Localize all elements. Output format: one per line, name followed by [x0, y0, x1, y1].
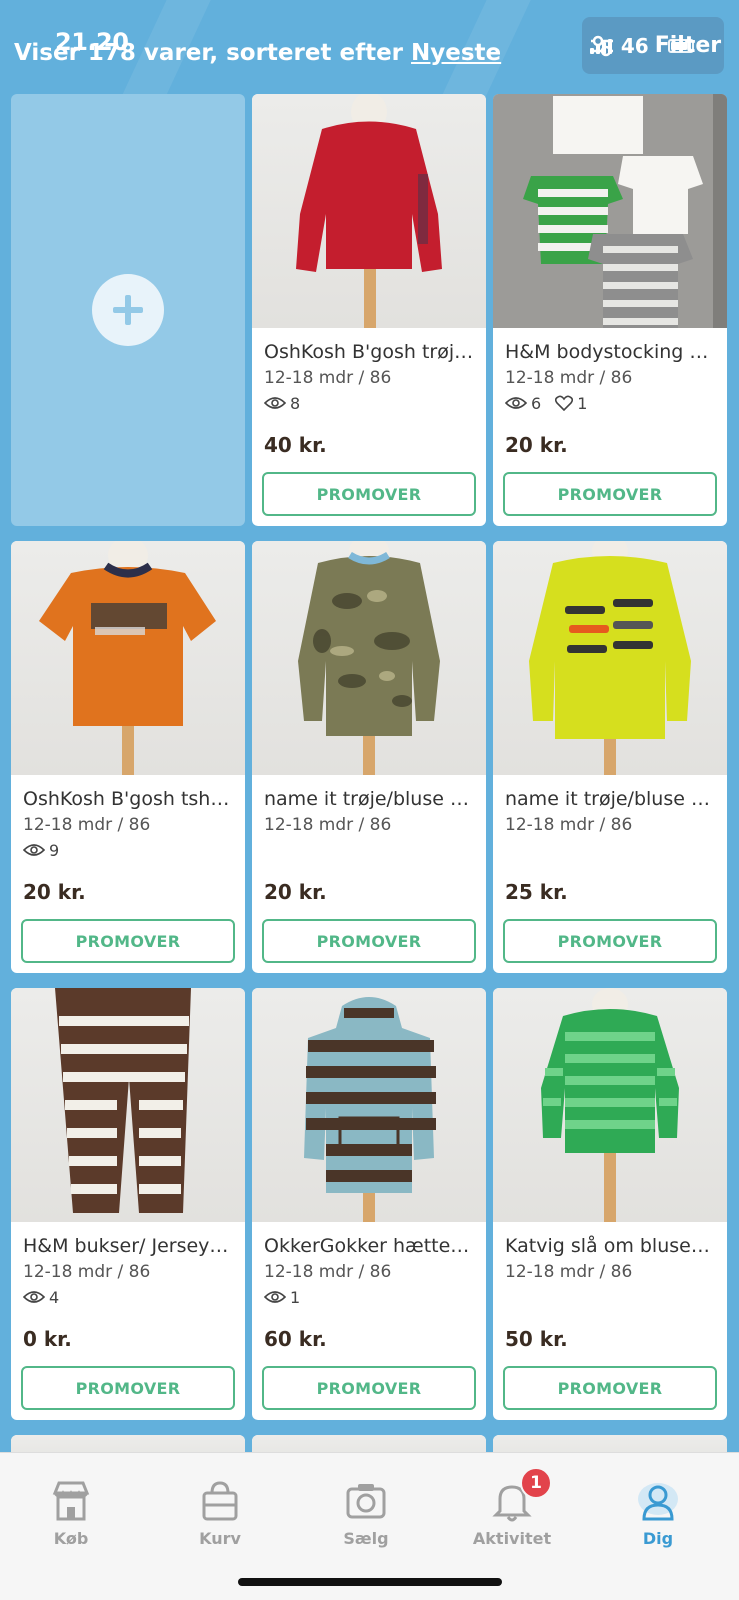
like-count: 1: [577, 393, 588, 413]
eye-icon: [264, 1291, 286, 1303]
item-size: 12-18 mdr / 86: [505, 1262, 633, 1282]
view-count: 4: [49, 1287, 60, 1307]
bag-icon: [202, 1481, 238, 1521]
tab-cart[interactable]: Kurv: [170, 1479, 270, 1548]
listing-card[interactable]: OshKosh B'gosh trøje… 12-18 mdr / 86 8 4…: [252, 94, 486, 526]
view-count: 9: [49, 840, 60, 860]
item-stats: 8: [264, 392, 474, 414]
product-photo: [493, 94, 727, 328]
item-title: OshKosh B'gosh tshir…: [23, 788, 233, 810]
home-indicator: [238, 1578, 502, 1586]
eye-icon: [264, 397, 286, 409]
sort-link[interactable]: Nyeste: [411, 40, 501, 66]
promote-button[interactable]: PROMOVER: [262, 1366, 476, 1410]
profile-icon: [638, 1483, 678, 1521]
tab-profile[interactable]: Dig: [608, 1479, 708, 1548]
plus-icon: [92, 274, 164, 346]
item-price: 0 kr.: [23, 1327, 72, 1351]
item-size: 12-18 mdr / 86: [264, 368, 392, 388]
product-photo: [11, 988, 245, 1222]
promote-button[interactable]: PROMOVER: [503, 919, 717, 963]
item-title: name it trøje/bluse m…: [264, 788, 474, 810]
product-photo: [493, 988, 727, 1222]
eye-icon: [23, 844, 45, 856]
item-stats: [264, 839, 474, 861]
item-price: 20 kr.: [264, 880, 327, 904]
item-size: 12-18 mdr / 86: [23, 815, 151, 835]
item-size: 12-18 mdr / 86: [264, 815, 392, 835]
listing-card[interactable]: name it trøje/bluse m… 12-18 mdr / 86 20…: [252, 541, 486, 973]
item-size: 12-18 mdr / 86: [505, 368, 633, 388]
camera-icon: [346, 1484, 386, 1519]
listing-grid: OshKosh B'gosh trøje… 12-18 mdr / 86 8 4…: [11, 94, 727, 1475]
item-stats: [505, 1286, 715, 1308]
promote-button[interactable]: PROMOVER: [262, 919, 476, 963]
listing-card[interactable]: Katvig slå om bluse/tr… 12-18 mdr / 86 5…: [493, 988, 727, 1420]
listing-card[interactable]: H&M bodystocking M… 12-18 mdr / 86 6 1 2…: [493, 94, 727, 526]
promote-button[interactable]: PROMOVER: [503, 472, 717, 516]
status-time: 21.20: [55, 28, 129, 56]
promote-button[interactable]: PROMOVER: [262, 472, 476, 516]
promote-button[interactable]: PROMOVER: [21, 1366, 235, 1410]
tab-label: Kurv: [199, 1529, 241, 1548]
item-price: 40 kr.: [264, 433, 327, 457]
view-count: 8: [290, 393, 301, 413]
item-price: 50 kr.: [505, 1327, 568, 1351]
item-size: 12-18 mdr / 86: [264, 1262, 392, 1282]
product-photo: [252, 988, 486, 1222]
item-title: OkkerGokker hættetr…: [264, 1235, 474, 1257]
item-stats: 1: [264, 1286, 474, 1308]
listing-card[interactable]: H&M bukser/ Jersey… 12-18 mdr / 86 4 0 k…: [11, 988, 245, 1420]
product-photo: [252, 94, 486, 328]
notification-badge: 1: [520, 1467, 552, 1499]
battery-level: 46: [620, 33, 649, 58]
item-price: 20 kr.: [23, 880, 86, 904]
tab-label: Dig: [642, 1529, 674, 1548]
item-stats: 4: [23, 1286, 233, 1308]
add-item-card[interactable]: [11, 94, 245, 526]
eye-icon: [505, 397, 527, 409]
item-stats: [505, 839, 715, 861]
item-stats: 6 1: [505, 392, 715, 414]
eye-icon: [23, 1291, 45, 1303]
product-photo: [11, 541, 245, 775]
tab-label: Aktivitet: [472, 1529, 552, 1548]
tab-label: Køb: [53, 1529, 89, 1548]
item-price: 60 kr.: [264, 1327, 327, 1351]
item-title: OshKosh B'gosh trøje…: [264, 341, 474, 363]
shop-icon: [52, 1481, 90, 1521]
tab-buy[interactable]: Køb: [21, 1479, 121, 1548]
tab-label: Sælg: [343, 1529, 389, 1548]
promote-button[interactable]: PROMOVER: [503, 1366, 717, 1410]
signal-icon: [590, 39, 612, 54]
battery-icon: [668, 39, 694, 53]
listing-card[interactable]: name it trøje/bluse m… 12-18 mdr / 86 25…: [493, 541, 727, 973]
product-photo: [493, 541, 727, 775]
item-title: name it trøje/bluse m…: [505, 788, 715, 810]
item-title: Katvig slå om bluse/tr…: [505, 1235, 715, 1257]
tab-activity[interactable]: 1 Aktivitet: [462, 1467, 562, 1548]
view-count: 1: [290, 1287, 301, 1307]
item-size: 12-18 mdr / 86: [505, 815, 633, 835]
heart-icon: [555, 395, 574, 411]
tab-sell[interactable]: Sælg: [316, 1479, 416, 1548]
item-price: 20 kr.: [505, 433, 568, 457]
filter-button[interactable]: 46 Filter: [582, 17, 724, 74]
promote-button[interactable]: PROMOVER: [21, 919, 235, 963]
listing-card[interactable]: OshKosh B'gosh tshir… 12-18 mdr / 86 9 2…: [11, 541, 245, 973]
item-price: 25 kr.: [505, 880, 568, 904]
item-title: H&M bodystocking M…: [505, 341, 715, 363]
product-photo: [252, 541, 486, 775]
listing-card[interactable]: OkkerGokker hættetr… 12-18 mdr / 86 1 60…: [252, 988, 486, 1420]
item-size: 12-18 mdr / 86: [23, 1262, 151, 1282]
view-count: 6: [531, 393, 542, 413]
item-stats: 9: [23, 839, 233, 861]
item-title: H&M bukser/ Jersey…: [23, 1235, 229, 1257]
